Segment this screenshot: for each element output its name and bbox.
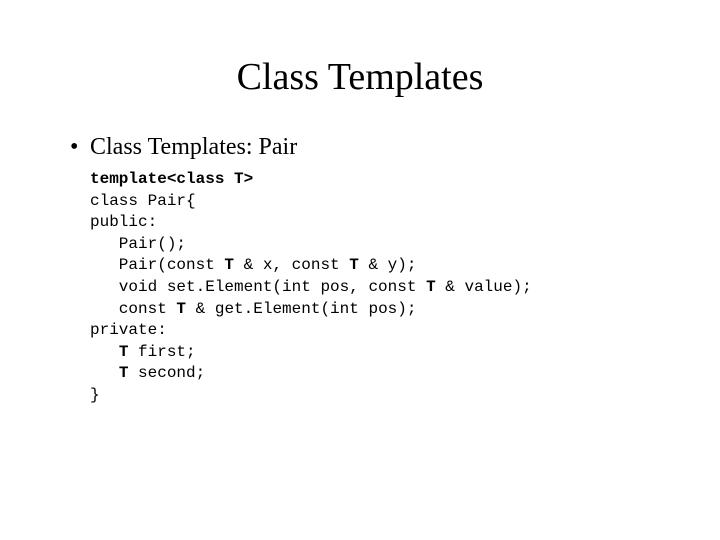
bullet-dot-icon: • [70,134,90,161]
code-line [90,364,119,382]
code-bold: T [426,278,436,296]
code-line: template<class T> [90,170,253,188]
code-line: & y); [359,256,417,274]
code-line: } [90,386,100,404]
code-line: const [90,300,176,318]
code-line: & x, const [234,256,349,274]
slide-title: Class Templates [60,55,660,99]
code-line: first; [128,343,195,361]
code-bold: T [349,256,359,274]
code-block: template<class T> class Pair{ public: Pa… [90,169,660,407]
code-bold: T [119,364,129,382]
code-bold: T [119,343,129,361]
code-line: void set.Element(int pos, const [90,278,426,296]
code-line: Pair(); [90,235,186,253]
code-bold: T [224,256,234,274]
code-line: second; [128,364,205,382]
code-line: public: [90,213,157,231]
code-line: Pair(const [90,256,224,274]
code-line: & value); [436,278,532,296]
bullet-item: •Class Templates: Pair [70,134,660,161]
code-line: private: [90,321,167,339]
bullet-text: Class Templates: Pair [90,134,297,160]
code-line [90,343,119,361]
code-line: & get.Element(int pos); [186,300,416,318]
code-line: class Pair{ [90,192,196,210]
slide: Class Templates •Class Templates: Pair t… [0,0,720,540]
code-bold: T [176,300,186,318]
